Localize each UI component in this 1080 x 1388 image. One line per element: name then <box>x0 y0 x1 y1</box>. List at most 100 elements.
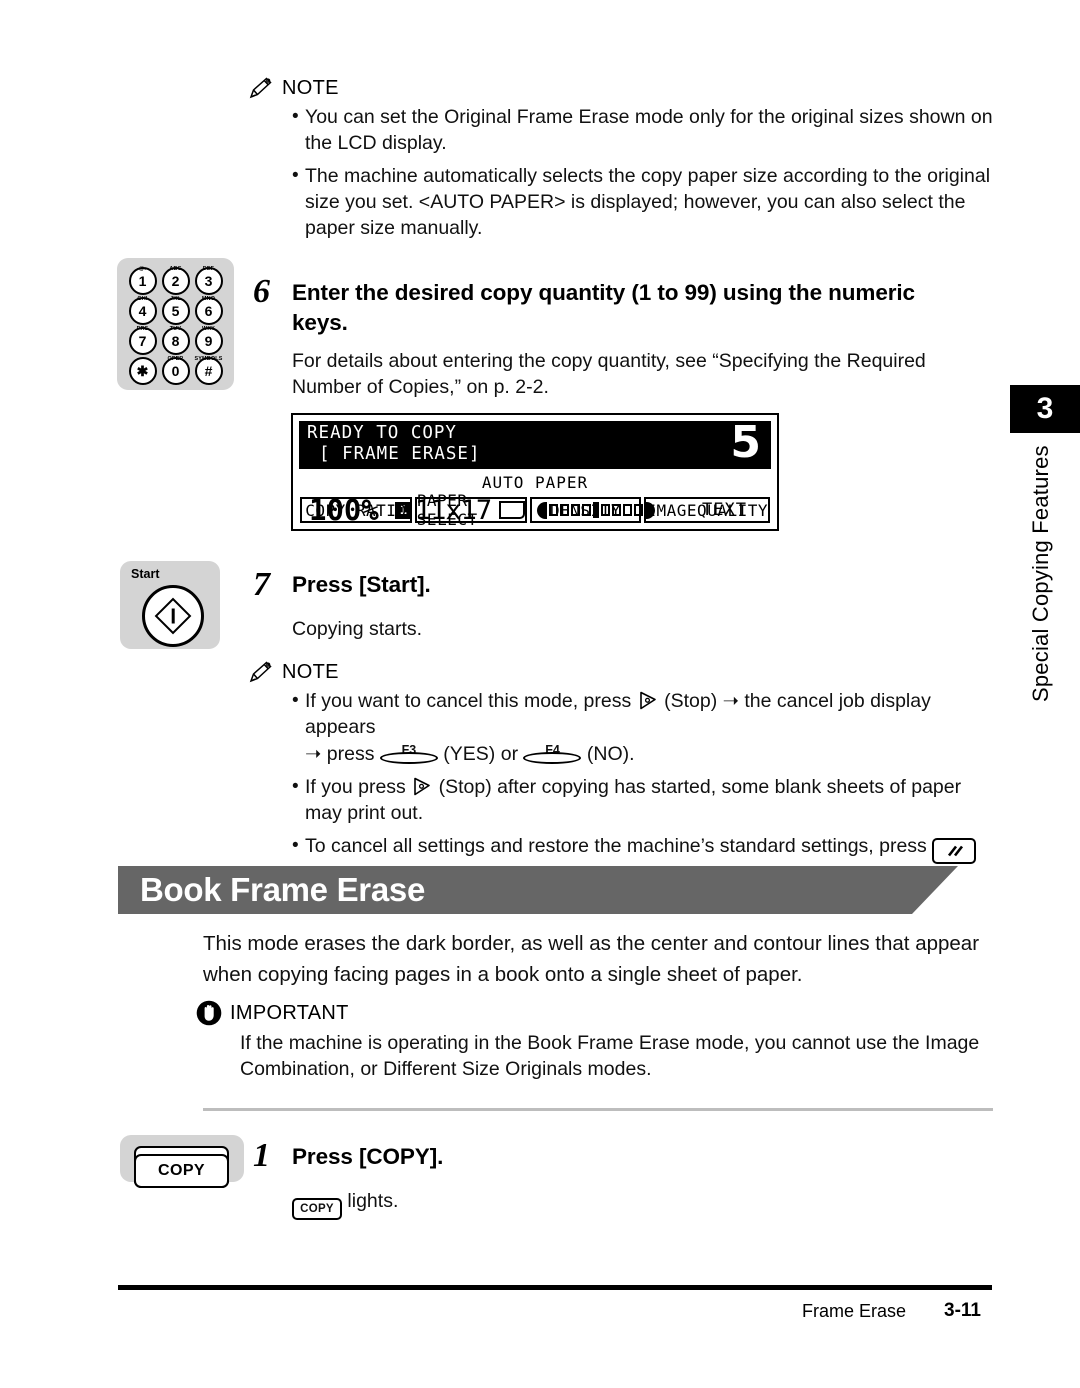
copy-key-button: COPY <box>134 1154 229 1188</box>
lcd-line-2: [ FRAME ERASE] <box>319 444 481 464</box>
step-1-number: 1 <box>253 1137 270 1174</box>
cancel-mode-text-d: press <box>326 743 375 765</box>
stop-icon <box>411 776 433 797</box>
cancel-mode-text-a: If you want to cancel this mode, press <box>305 690 632 712</box>
lcd-softkey-image-quality[interactable]: IMAGEQUALITY <box>644 497 770 523</box>
keypad-key-8: TUV 8 <box>159 326 192 356</box>
important-label: IMPORTANT <box>230 1001 349 1024</box>
keypad-key-sub: WXY <box>202 326 215 332</box>
keypad-key-sub: @. <box>138 266 147 272</box>
bullet-dot-icon: • <box>292 835 299 856</box>
note-bottom-label: NOTE <box>282 660 339 683</box>
lcd-line-1: READY TO COPY <box>307 423 457 443</box>
arrow-right-icon: ➝ <box>305 743 322 765</box>
note-bottom-bullet: • If you want to cancel this mode, press… <box>292 688 996 767</box>
lcd-softkey-copy-ratio[interactable]: COPY RATIO <box>300 497 412 523</box>
keypad-key-asterisk: ✱ <box>126 356 159 386</box>
lcd-auto-paper-label: AUTO PAPER <box>481 473 589 492</box>
note-bottom-header: NOTE <box>248 660 996 684</box>
important-body: If the machine is operating in the Book … <box>240 1032 980 1080</box>
f3-key-icon: F3 <box>379 740 438 766</box>
arrow-right-icon: ➝ <box>722 690 739 712</box>
keypad-key-4: GHI 4 <box>126 296 159 326</box>
start-key-label: Start <box>131 567 160 581</box>
lcd-softkey-paper-select[interactable]: PAPER SELECT <box>414 491 527 529</box>
keypad-key-9: WXY 9 <box>192 326 225 356</box>
important-block: IMPORTANT If the machine is operating in… <box>196 1000 996 1082</box>
keypad-key-sub: GHI <box>137 296 148 302</box>
step-6-body: For details about entering the copy quan… <box>292 350 926 398</box>
footer-page-number: 3-11 <box>944 1300 981 1321</box>
keypad-key-sub: SYMBOLS <box>194 356 223 362</box>
step-6-number: 6 <box>253 273 270 310</box>
start-bar-icon <box>171 608 175 624</box>
f4-key-icon: F4 <box>523 740 582 766</box>
keypad-key-sub: ABC <box>169 266 182 272</box>
f3-key-oval <box>379 752 438 764</box>
keypad-key-sub: PRS <box>136 326 149 332</box>
lcd-softkey-density[interactable]: DENSITY <box>529 497 642 523</box>
start-key-illustration: Start <box>120 561 220 649</box>
keypad-grid: @. 1 ABC 2 DEF 3 GHI 4 JKL 5 MNO 6 PRS 7… <box>126 266 225 386</box>
cancel-mode-text-b: (Stop) <box>664 690 718 712</box>
note-bottom-block: NOTE • If you want to cancel this mode, … <box>248 660 996 897</box>
section-divider <box>203 1108 993 1111</box>
section-banner-title: Book Frame Erase <box>140 871 425 908</box>
note-top-label: NOTE <box>282 76 339 99</box>
note-bottom-bullet-text: If you press (Stop) after copying has st… <box>305 774 996 826</box>
side-tab-chapter-label: Special Copying Features <box>1028 445 1053 702</box>
cancel-mode-yes-text: (YES) or <box>443 743 519 765</box>
reset-text-a: To cancel all settings and restore the m… <box>305 835 927 857</box>
keypad-key-sub: JKL <box>170 296 181 302</box>
stop-after-copy-text-a: If you press <box>305 776 406 798</box>
footer-section-name: Frame Erase <box>802 1301 907 1321</box>
lcd-status-bar: READY TO COPY [ FRAME ERASE] 5 <box>299 417 771 469</box>
step-1-body-text: lights. <box>347 1190 399 1212</box>
keypad-key-6: MNO 6 <box>192 296 225 326</box>
note-top-bullet-text: You can set the Original Frame Erase mod… <box>305 106 993 154</box>
keypad-key-1: @. 1 <box>126 266 159 296</box>
numeric-keypad-illustration: @. 1 ABC 2 DEF 3 GHI 4 JKL 5 MNO 6 PRS 7… <box>117 258 234 390</box>
keypad-key-sub: MNO <box>201 296 216 302</box>
note-top-header: NOTE <box>248 76 996 100</box>
step-1-title: Press [COPY]. <box>292 1144 444 1169</box>
keypad-key-sub: OPER <box>167 356 184 362</box>
keypad-key-7: PRS 7 <box>126 326 159 356</box>
note-top-bullet: • The machine automatically selects the … <box>292 163 996 241</box>
important-header: IMPORTANT <box>196 1000 996 1026</box>
pencil-icon <box>248 660 274 684</box>
lcd-softkey-row: COPY RATIO PAPER SELECT DENSITY IMAGEQUA… <box>300 491 770 529</box>
copy-badge-icon: COPY <box>292 1198 342 1220</box>
start-diamond-icon <box>154 597 192 635</box>
stop-icon <box>637 690 659 711</box>
step-6-title: Enter the desired copy quantity (1 to 99… <box>292 280 915 335</box>
step-7-title: Press [Start]. <box>292 572 431 597</box>
side-tab-chapter-number: 3 <box>1010 385 1080 433</box>
keypad-key-2: ABC 2 <box>159 266 192 296</box>
hand-stop-icon <box>196 1000 222 1026</box>
keypad-key-hash: SYMBOLS # <box>192 356 225 386</box>
note-bottom-bullet-text: If you want to cancel this mode, press (… <box>305 688 996 767</box>
keypad-key-digit: ✱ <box>128 357 157 385</box>
section-banner: Book Frame Erase <box>118 866 958 914</box>
lcd-display: READY TO COPY [ FRAME ERASE] 5 AUTO PAPE… <box>291 413 779 531</box>
lcd-copy-count: 5 <box>730 417 761 468</box>
note-top-block: NOTE • You can set the Original Frame Er… <box>248 76 996 248</box>
keypad-key-3: DEF 3 <box>192 266 225 296</box>
bullet-dot-icon: • <box>292 690 299 711</box>
keypad-key-0: OPER 0 <box>159 356 192 386</box>
start-button-icon <box>142 585 204 647</box>
bullet-dot-icon: • <box>292 106 299 127</box>
bullet-dot-icon: • <box>292 165 299 186</box>
step-7-body: Copying starts. <box>292 618 423 640</box>
reset-key-icon <box>932 838 977 864</box>
cancel-mode-no-text: (NO). <box>586 743 635 765</box>
note-top-bullet: • You can set the Original Frame Erase m… <box>292 104 996 156</box>
note-top-bullet-text: The machine automatically selects the co… <box>305 165 991 239</box>
keypad-key-5: JKL 5 <box>159 296 192 326</box>
copy-key-illustration: COPY <box>120 1135 244 1188</box>
note-bottom-bullet: • If you press (Stop) after copying has … <box>292 774 996 826</box>
keypad-key-sub: DEF <box>202 266 215 272</box>
pencil-icon <box>248 76 274 100</box>
bullet-dot-icon: • <box>292 776 299 797</box>
